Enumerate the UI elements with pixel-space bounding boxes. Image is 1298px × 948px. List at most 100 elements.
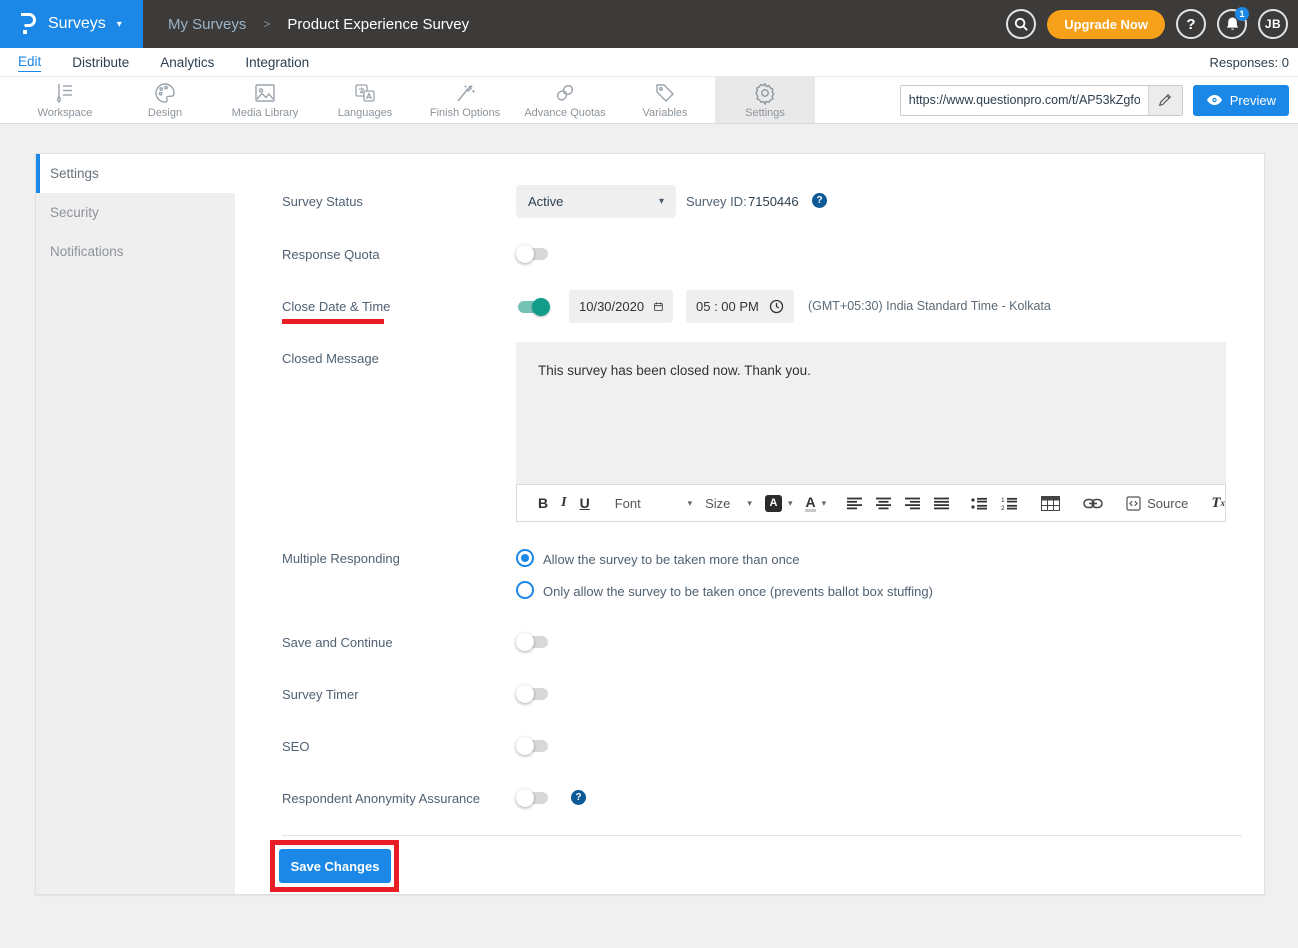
preview-button[interactable]: Preview xyxy=(1193,85,1289,116)
radio-allow-once-label[interactable]: Only allow the survey to be taken once (… xyxy=(543,584,933,599)
response-quota-toggle[interactable] xyxy=(516,245,550,263)
question-mark-icon: ? xyxy=(1186,16,1195,33)
edit-toolbar: Workspace Design Media Library xyxy=(0,77,1298,124)
closed-message-label: Closed Message xyxy=(282,351,379,366)
breadcrumb-my-surveys[interactable]: My Surveys xyxy=(168,16,246,33)
toolbar-item-design[interactable]: Design xyxy=(115,77,215,123)
notifications-button[interactable]: 1 xyxy=(1217,9,1247,39)
breadcrumb-separator: > xyxy=(263,17,270,31)
survey-status-dropdown[interactable]: Active ▾ xyxy=(516,185,676,218)
eye-icon xyxy=(1206,94,1223,106)
save-and-continue-toggle[interactable] xyxy=(516,633,550,651)
radio-allow-multiple-label[interactable]: Allow the survey to be taken more than o… xyxy=(543,552,800,567)
size-dropdown[interactable]: Size ▾ xyxy=(705,496,752,511)
timezone-text: (GMT+05:30) India Standard Time - Kolkat… xyxy=(808,299,1051,313)
richtext-toolbar: B I U Font ▾ Size ▾ A ▾ A ▾ xyxy=(516,484,1226,522)
italic-button[interactable]: I xyxy=(561,495,566,511)
close-date-toggle[interactable] xyxy=(516,298,550,316)
text-color-button[interactable]: A ▾ xyxy=(805,495,826,512)
settings-panel: Settings Security Notifications Survey S… xyxy=(35,153,1265,895)
bold-button[interactable]: B xyxy=(538,495,548,511)
settings-sidebar: Settings Security Notifications xyxy=(36,154,235,894)
table-icon xyxy=(1041,496,1060,511)
survey-id-help-icon[interactable]: ? xyxy=(812,193,827,208)
align-center-icon xyxy=(876,497,892,510)
underline-button[interactable]: U xyxy=(580,495,590,511)
help-button[interactable]: ? xyxy=(1176,9,1206,39)
align-left-icon xyxy=(847,497,863,510)
close-date-underline-annotation xyxy=(282,319,384,324)
tab-integration[interactable]: Integration xyxy=(245,53,309,72)
align-center-button[interactable] xyxy=(876,497,892,510)
align-right-button[interactable] xyxy=(905,497,921,510)
sidebar-item-settings[interactable]: Settings xyxy=(36,154,235,193)
edit-url-button[interactable] xyxy=(1148,86,1182,115)
app-logo-surveys-menu[interactable]: Surveys ▾ xyxy=(0,0,143,48)
closed-message-editor: This survey has been closed now. Thank y… xyxy=(516,342,1226,522)
svg-text:1: 1 xyxy=(1001,497,1005,504)
justify-icon xyxy=(934,497,950,510)
respondent-anonymity-toggle[interactable] xyxy=(516,789,550,807)
clock-icon xyxy=(769,299,784,314)
chevron-down-icon: ▾ xyxy=(659,196,664,207)
respondent-anonymity-help-icon[interactable]: ? xyxy=(571,790,586,805)
radio-allow-multiple[interactable] xyxy=(516,549,534,567)
toolbar-item-settings[interactable]: Settings xyxy=(715,77,815,123)
sidebar-item-security[interactable]: Security xyxy=(36,193,235,232)
languages-icon xyxy=(352,81,378,105)
toolbar-item-languages[interactable]: Languages xyxy=(315,77,415,123)
chevron-down-icon: ▾ xyxy=(688,498,693,509)
workspace-icon xyxy=(52,81,78,105)
sidebar-item-notifications[interactable]: Notifications xyxy=(36,232,235,271)
save-and-continue-label: Save and Continue xyxy=(282,635,393,650)
advance-quotas-icon xyxy=(552,81,578,105)
bullet-list-button[interactable] xyxy=(971,497,988,510)
finish-options-icon xyxy=(452,81,478,105)
breadcrumb: My Surveys > Product Experience Survey xyxy=(168,16,469,33)
toolbar-item-variables[interactable]: Variables xyxy=(615,77,715,123)
insert-table-button[interactable] xyxy=(1041,496,1060,511)
search-button[interactable] xyxy=(1006,9,1036,39)
svg-text:2: 2 xyxy=(1001,505,1005,510)
close-date-field[interactable]: 10/30/2020 xyxy=(569,290,673,323)
tab-analytics[interactable]: Analytics xyxy=(160,53,214,72)
survey-status-label: Survey Status xyxy=(282,194,363,209)
source-button[interactable]: Source xyxy=(1126,496,1188,511)
save-changes-button[interactable]: Save Changes xyxy=(279,849,391,883)
align-left-button[interactable] xyxy=(847,497,863,510)
upgrade-now-button[interactable]: Upgrade Now xyxy=(1047,10,1165,39)
survey-id-label: Survey ID: xyxy=(686,194,747,209)
closed-message-textarea[interactable]: This survey has been closed now. Thank y… xyxy=(516,342,1226,484)
toolbar-item-advance-quotas[interactable]: Advance Quotas xyxy=(515,77,615,123)
link-icon xyxy=(1083,498,1103,509)
chevron-down-icon: ▾ xyxy=(788,498,793,509)
survey-timer-toggle[interactable] xyxy=(516,685,550,703)
toolbar-item-finish-options[interactable]: Finish Options xyxy=(415,77,515,123)
toolbar-item-media-library[interactable]: Media Library xyxy=(215,77,315,123)
close-time-field[interactable]: 05 : 00 PM xyxy=(686,290,794,323)
survey-url-box xyxy=(900,85,1183,116)
chevron-down-icon: ▾ xyxy=(117,19,122,30)
insert-link-button[interactable] xyxy=(1083,498,1103,509)
toolbar-item-workspace[interactable]: Workspace xyxy=(15,77,115,123)
radio-allow-once[interactable] xyxy=(516,581,534,599)
survey-url-input[interactable] xyxy=(901,86,1148,115)
background-color-button[interactable]: A ▾ xyxy=(765,495,793,512)
font-dropdown[interactable]: Font ▾ xyxy=(615,496,692,511)
tab-edit[interactable]: Edit xyxy=(18,52,41,72)
seo-toggle[interactable] xyxy=(516,737,550,755)
account-avatar[interactable]: JB xyxy=(1258,9,1288,39)
form-divider xyxy=(282,835,1242,836)
response-quota-label: Response Quota xyxy=(282,247,380,262)
seo-label: SEO xyxy=(282,739,309,754)
justify-button[interactable] xyxy=(934,497,950,510)
top-header: Surveys ▾ My Surveys > Product Experienc… xyxy=(0,0,1298,48)
chevron-down-icon: ▾ xyxy=(822,498,827,509)
toolbar-tabs: Workspace Design Media Library xyxy=(15,77,815,123)
source-icon xyxy=(1126,496,1141,511)
survey-nav: Edit Distribute Analytics Integration Re… xyxy=(0,48,1298,77)
remove-format-button[interactable]: Tx xyxy=(1211,495,1225,512)
respondent-anonymity-label: Respondent Anonymity Assurance xyxy=(282,791,480,806)
tab-distribute[interactable]: Distribute xyxy=(72,53,129,72)
numbered-list-button[interactable]: 12 xyxy=(1001,497,1018,510)
